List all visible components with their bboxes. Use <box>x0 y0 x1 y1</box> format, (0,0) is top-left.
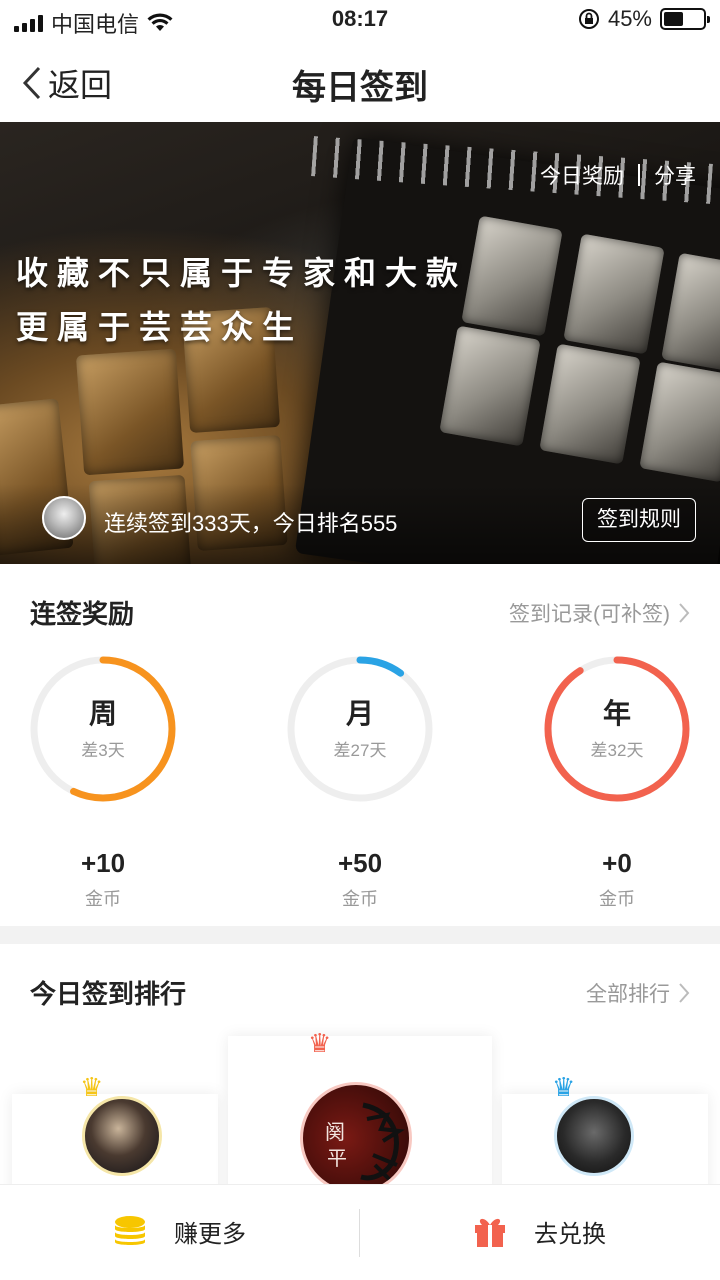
share-link[interactable]: 分享 <box>654 160 696 190</box>
svg-text:阕: 阕 <box>325 1120 345 1144</box>
status-right: 45% <box>578 6 710 32</box>
page-title: 每日签到 <box>292 69 428 107</box>
today-reward-link[interactable]: 今日奖励 <box>540 160 624 190</box>
reward-coins-unit: 金币 <box>599 889 635 909</box>
progress-ring: 周 差3天 <box>28 654 178 804</box>
battery-percent: 45% <box>607 6 652 31</box>
avatar[interactable]: 阕 平 <box>300 1082 412 1194</box>
dragon-emblem-icon: 阕 平 <box>325 1102 405 1183</box>
earn-more-label: 赚更多 <box>174 1220 246 1248</box>
chevron-right-icon <box>679 603 690 623</box>
reward-coins: +10 <box>80 848 126 878</box>
banner: 今日奖励 分享 收藏不只属于专家和大款 更属于芸芸众生 连续签到333天，今日排… <box>0 122 720 564</box>
rewards-title: 连签奖励 <box>30 599 135 629</box>
coins-icon <box>115 1216 145 1245</box>
streak-rewards-card: 连签奖励 签到记录(可补签) 周 差3天 +10 金币 月 差27天 +50 金… <box>0 564 720 926</box>
link-divider <box>638 164 640 186</box>
reward-coins-unit: 金币 <box>85 889 121 909</box>
status-bar: 中国电信 08:17 45% <box>0 0 720 40</box>
battery-icon <box>660 8 710 30</box>
reward-remaining: 差27天 <box>333 741 387 760</box>
avatar[interactable] <box>554 1096 634 1176</box>
sign-record-label: 签到记录(可补签) <box>509 603 670 626</box>
reward-remaining: 差32天 <box>590 741 644 760</box>
bottom-divider <box>359 1209 360 1257</box>
sign-record-link[interactable]: 签到记录(可补签) <box>509 598 690 628</box>
reward-period-label: 周 <box>88 698 117 729</box>
svg-text:平: 平 <box>327 1146 347 1170</box>
earn-more-button[interactable]: 赚更多 <box>112 1213 246 1249</box>
crown-icon: ♛ <box>308 1028 332 1058</box>
reward-year[interactable]: 年 差32天 +0 金币 <box>542 654 692 911</box>
reward-period-label: 月 <box>345 698 374 729</box>
progress-ring: 年 差32天 <box>542 654 692 804</box>
reward-coins-unit: 金币 <box>342 889 378 909</box>
bottom-bar: 赚更多 去兑换 <box>0 1184 720 1280</box>
rotation-lock-icon <box>578 9 599 29</box>
exchange-label: 去兑换 <box>534 1220 606 1248</box>
reward-remaining: 差3天 <box>81 741 125 760</box>
slogan-line-2: 更属于芸芸众生 <box>16 309 304 345</box>
slogan-line-1: 收藏不只属于专家和大款 <box>16 255 468 291</box>
reward-week[interactable]: 周 差3天 +10 金币 <box>28 654 178 911</box>
exchange-button[interactable]: 去兑换 <box>472 1213 606 1249</box>
ranking-title: 今日签到排行 <box>30 979 187 1009</box>
gift-icon <box>475 1218 505 1247</box>
reward-month[interactable]: 月 差27天 +50 金币 <box>285 654 435 911</box>
streak-text: 连续签到333天，今日排名555 <box>104 511 398 536</box>
nav-bar: 返回 每日签到 <box>0 40 720 122</box>
progress-ring: 月 差27天 <box>285 654 435 804</box>
reward-coins: +0 <box>602 848 632 878</box>
banner-slogan: 收藏不只属于专家和大款 更属于芸芸众生 <box>16 246 467 354</box>
avatar[interactable] <box>42 496 86 540</box>
chevron-right-icon <box>679 983 690 1003</box>
banner-links: 今日奖励 分享 <box>540 160 696 190</box>
sign-rules-button[interactable]: 签到规则 <box>582 498 696 542</box>
all-ranking-link[interactable]: 全部排行 <box>586 978 690 1008</box>
crown-icon: ♛ <box>552 1072 576 1102</box>
all-ranking-label: 全部排行 <box>586 983 670 1006</box>
reward-period-label: 年 <box>602 698 631 729</box>
banner-tile <box>75 348 185 476</box>
reward-coins: +50 <box>337 848 383 878</box>
crown-icon: ♛ <box>80 1072 104 1102</box>
avatar[interactable] <box>82 1096 162 1176</box>
